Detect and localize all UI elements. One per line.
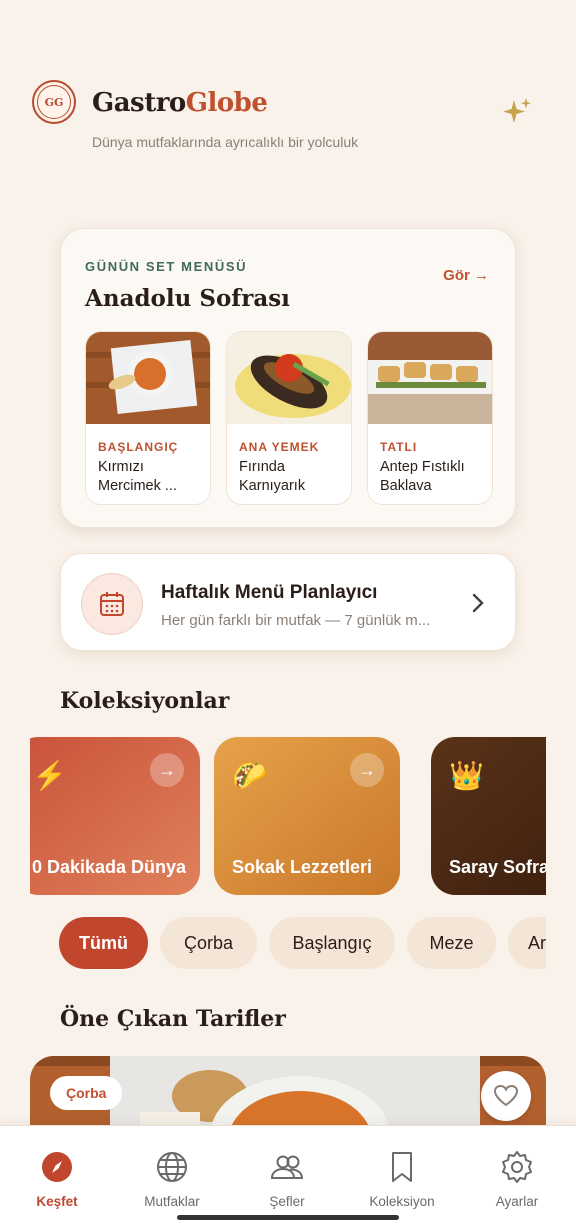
heart-icon [493,1084,519,1107]
calendar-badge [81,573,143,635]
arrow-right-icon[interactable]: → [350,753,384,787]
category-filter[interactable]: Tümü Çorba Başlangıç Meze Ara [59,917,546,969]
chip-meze[interactable]: Meze [407,917,496,969]
collection-label: 0 Dakikada Dünya [32,857,187,877]
nav-label: Ayarlar [495,1194,539,1209]
nav-cuisines[interactable]: Mutfaklar [122,1126,222,1226]
nav-label: Mutfaklar [144,1194,200,1209]
app-logo: GG [32,80,76,124]
brand-part-1: Gastro [92,88,186,118]
globe-icon [157,1152,187,1182]
nav-label: Şefler [269,1194,305,1209]
compass-icon [42,1152,72,1182]
arrow-right-icon[interactable]: → [150,753,184,787]
dish-name: Kırmızı Mercimek ... [98,459,177,494]
crown-icon: 👑 [449,760,484,791]
home-indicator[interactable] [177,1215,399,1220]
see-all-link[interactable]: Gör → [443,267,489,284]
dish-image-eggplant [227,332,351,424]
collection-card-street[interactable]: 🌮 → Sokak Lezzetleri [214,737,400,895]
planner-subtitle: Her gün farklı bir mutfak — 7 günlük m..… [161,612,431,629]
planner-title: Haftalık Menü Planlayıcı [161,582,378,603]
brand-part-2: Globe [185,88,268,118]
app-tagline: Dünya mutfaklarında ayrıcalıklı bir yolc… [92,134,359,150]
dish-name: Fırında Karnıyarık [239,459,306,494]
lightning-icon: ⚡ [32,760,67,791]
featured-title: Öne Çıkan Tarifler [60,1006,286,1032]
collection-label: Saray Sofrası [449,857,546,877]
collection-card-palace[interactable]: 👑 Saray Sofrası [431,737,546,895]
dish-card-dessert[interactable]: TATLI Antep Fıstıklı Baklava [367,331,493,505]
collection-label: Sokak Lezzetleri [232,857,373,877]
collection-card-quick[interactable]: ⚡ → 0 Dakikada Dünya [30,737,200,895]
nav-label: Keşfet [36,1194,78,1209]
nav-label: Koleksiyon [369,1194,435,1209]
bookmark-icon [392,1152,412,1182]
app-title: GastroGlobe [92,88,268,118]
calendar-icon [100,592,124,616]
favorite-button[interactable] [481,1071,531,1121]
dish-image-baklava [368,332,492,424]
chip-starter[interactable]: Başlangıç [269,917,395,969]
set-menu-eyebrow: GÜNÜN SET MENÜSÜ [85,259,248,274]
logo-monogram: GG [37,85,71,119]
weekly-planner-card[interactable]: Haftalık Menü Planlayıcı Her gün farklı … [60,553,516,651]
dish-category: ANA YEMEK [239,440,320,454]
dish-name: Antep Fıstıklı Baklava [380,459,465,494]
featured-category-badge: Çorba [50,1076,123,1110]
people-icon [270,1155,304,1179]
collections-title: Koleksiyonlar [60,688,230,714]
chip-soup[interactable]: Çorba [160,917,257,969]
chevron-right-icon [471,592,485,620]
nav-collection[interactable]: Koleksiyon [352,1126,452,1226]
nav-discover[interactable]: Keşfet [7,1126,107,1226]
collections-carousel[interactable]: ⚡ → 0 Dakikada Dünya 🌮 → Sokak Lezzetler… [30,737,546,895]
nav-settings[interactable]: Ayarlar [467,1126,567,1226]
sparkle-icon[interactable] [500,96,534,130]
nav-chefs[interactable]: Şefler [237,1126,337,1226]
dish-card-main[interactable]: ANA YEMEK Fırında Karnıyarık [226,331,352,505]
dish-image-soup [86,332,210,424]
chip-next[interactable]: Ara [508,917,546,969]
dish-category: TATLI [380,440,418,454]
gear-icon [502,1151,532,1183]
taco-icon: 🌮 [232,760,267,791]
set-menu-title: Anadolu Sofrası [85,285,290,312]
chip-all[interactable]: Tümü [59,917,148,969]
dish-card-starter[interactable]: BAŞLANGIÇ Kırmızı Mercimek ... [85,331,211,505]
dish-category: BAŞLANGIÇ [98,440,179,454]
daily-set-menu-card[interactable]: GÜNÜN SET MENÜSÜ Anadolu Sofrası Gör → B… [60,228,516,528]
